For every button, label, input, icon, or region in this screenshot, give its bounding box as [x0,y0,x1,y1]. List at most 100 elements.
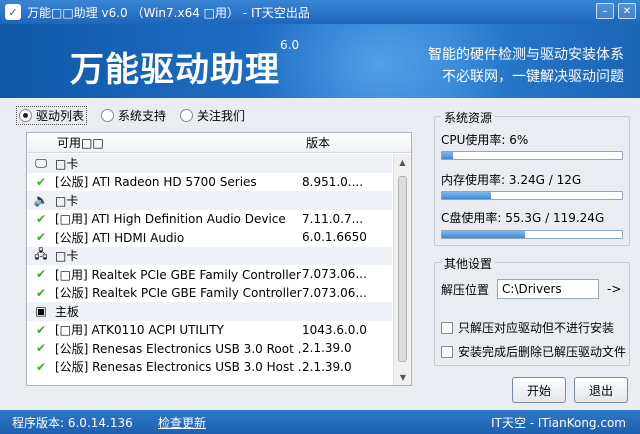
memory-usage-label: 内存使用率: 3.24G / 12G [441,171,581,188]
category-name: 主板 [55,304,80,319]
driver-row[interactable]: ✔ [公版] ATI Radeon HD 5700 Series 8.951.0..… [27,173,392,192]
memory-usage-bar [441,191,623,200]
driver-name: [公版] Realtek PCIe GBE Family Controller [55,286,302,301]
disk-usage-value: 55.3G / 119.24G [505,211,605,225]
checkbox-icon[interactable] [441,321,453,334]
driver-row[interactable]: ✔ [公版] Renesas Electronics USB 3.0 Host .… [27,358,392,377]
list-body: 🖵 □卡 ✔ [公版] ATI Radeon HD 5700 Series 8.951.… [27,154,392,385]
driver-row[interactable]: ✔ [□用] Realtek PCIe GBE Family Controller… [27,265,392,284]
check-icon: ✔ [35,285,47,300]
driver-version: 2.1.39.0 [302,341,352,356]
radio-unselected-icon [101,109,115,122]
tab-driver-list[interactable]: 驱动列表 [16,106,88,125]
radio-selected-icon [19,109,32,122]
display-icon: 🖵 [35,155,47,170]
extract-location-label: 解压位置 [441,282,490,297]
motherboard-icon: ▣ [35,304,47,319]
banner: 万能驱动助理 6.0 智能的硬件检测与驱动安装体系 不必联网，一键解决驱动问题 [0,24,640,98]
driver-row[interactable]: ✔ [公版] Realtek PCIe GBE Family Controller… [27,284,392,303]
cpu-usage-label: CPU使用率: 6% [441,131,528,148]
driver-row[interactable]: ✔ [□用] ATI High Definition Audio Device 7.… [27,210,392,229]
status-bar: 程序版本: 6.0.14.136 检查更新 IT天空 - ITianKong.c… [0,410,640,434]
category-row: 🖵 □卡 [27,154,392,173]
driver-version: 8.951.0.... [302,174,364,189]
option-extract-only[interactable]: 只解压对应驱动但不进行安装 [441,319,614,336]
driver-name: [□用] ATI High Definition Audio Device [55,212,286,227]
tab-system-support[interactable]: 系统支持 [101,106,166,125]
driver-name: [公版] ATI HDMI Audio [55,230,185,245]
column-header-version[interactable]: 版本 [302,134,392,151]
app-icon: ✓ [5,4,21,20]
other-settings-group: 其他设置 解压位置 -> 只解压对应驱动但不进行安装 安装完成后删除已解压驱动文… [434,255,630,366]
column-header-name[interactable]: 可用□□ [27,134,302,151]
scroll-up-icon[interactable]: ▲ [394,154,411,170]
driver-name: [公版] ATI Radeon HD 5700 Series [55,175,257,190]
driver-list[interactable]: 可用□□ 版本 🖵 □卡 ✔ [公版] ATI Radeon HD 5700 Seri… [26,132,412,386]
driver-version: 7.073.06... [302,285,367,300]
driver-row[interactable]: ✔ [公版] ATI HDMI Audio 6.0.1.6650 [27,228,392,247]
window-controls: – ✕ [596,3,636,19]
option-extract-only-label: 只解压对应驱动但不进行安装 [458,321,615,335]
driver-name: [□用] Realtek PCIe GBE Family Controller [55,267,301,282]
driver-row[interactable]: ✔ [□用] ATK0110 ACPI UTILITY 1043.6.0.0 [27,321,392,340]
system-resources-title: 系统资源 [441,109,496,126]
window-title: 万能□□助理 v6.0 （Win7.x64 □用） - IT天空出品 [27,5,310,20]
disk-usage-caption: C盘使用率: [441,211,502,225]
category-name: □卡 [55,249,79,264]
check-icon: ✔ [35,174,47,189]
title-bar: ✓ 万能□□助理 v6.0 （Win7.x64 □用） - IT天空出品 – ✕ [0,0,640,24]
program-version: 程序版本: 6.0.14.136 [12,415,133,430]
disk-usage-fill [442,231,525,238]
system-resources-group: 系统资源 CPU使用率: 6% 内存使用率: 3.24G / 12G C盘使用率… [434,109,630,246]
tab-follow-us-label: 关注我们 [197,109,246,123]
tab-follow-us[interactable]: 关注我们 [180,106,245,125]
extract-path-input[interactable] [497,279,600,299]
network-icon: 🖧 [34,247,48,262]
check-icon: ✔ [35,341,47,356]
main-panel: 驱动列表 系统支持 关注我们 可用□□ 版本 🖵 □卡 ✔ [公版] ATI Rade… [10,100,424,400]
brand-link[interactable]: IT天空 - ITianKong.com [491,414,626,431]
option-delete-after-install[interactable]: 安装完成后删除已解压驱动文件 [441,343,626,360]
driver-version: 1043.6.0.0 [302,322,367,337]
driver-row[interactable]: ✔ [公版] Renesas Electronics USB 3.0 Root .… [27,339,392,358]
memory-usage-caption: 内存使用率: [441,173,506,187]
list-scrollbar[interactable]: ▲ ▼ [393,154,411,385]
tab-radio-group: 驱动列表 系统支持 关注我们 [16,106,245,125]
tab-system-support-label: 系统支持 [118,109,167,123]
cpu-usage-fill [442,152,453,159]
checkbox-icon[interactable] [441,345,453,358]
check-icon: ✔ [35,211,47,226]
driver-version: 7.11.0.7... [302,211,364,226]
category-name: □卡 [55,193,79,208]
category-row: ▣ 主板 [27,302,392,321]
driver-version: 7.073.06... [302,267,367,282]
other-settings-title: 其他设置 [441,255,496,272]
option-delete-after-install-label: 安装完成后删除已解压驱动文件 [458,345,627,359]
check-icon: ✔ [35,359,47,374]
driver-version: 6.0.1.6650 [302,230,367,245]
check-update-link[interactable]: 检查更新 [158,414,206,431]
banner-title: 万能驱动助理 [70,50,280,90]
disk-usage-bar [441,230,623,239]
scroll-down-icon[interactable]: ▼ [394,369,412,385]
list-header: 可用□□ 版本 [27,133,411,153]
exit-button[interactable]: 退出 [574,377,628,403]
cpu-usage-bar [441,151,623,160]
memory-usage-fill [442,192,491,199]
cpu-usage-caption: CPU使用率: [441,133,506,147]
banner-slogan-1: 智能的硬件检测与驱动安装体系 [428,47,624,63]
memory-usage-value: 3.24G / 12G [508,173,582,187]
close-icon[interactable]: ✕ [618,3,636,19]
minimize-icon[interactable]: – [596,3,614,19]
category-row: 🔈 □卡 [27,191,392,210]
start-button[interactable]: 开始 [512,377,566,403]
scroll-thumb[interactable] [398,176,407,362]
browse-button[interactable]: -> [607,282,621,296]
category-row: 🖧 □卡 [27,246,392,265]
driver-name: [公版] Renesas Electronics USB 3.0 Root ..… [55,341,302,356]
driver-name: [□用] ATK0110 ACPI UTILITY [55,323,224,338]
driver-version: 2.1.39.0 [302,359,352,374]
speaker-icon: 🔈 [33,193,49,208]
main-window: ✓ 万能□□助理 v6.0 （Win7.x64 □用） - IT天空出品 – ✕… [0,0,640,434]
tab-driver-list-label: 驱动列表 [36,109,85,123]
